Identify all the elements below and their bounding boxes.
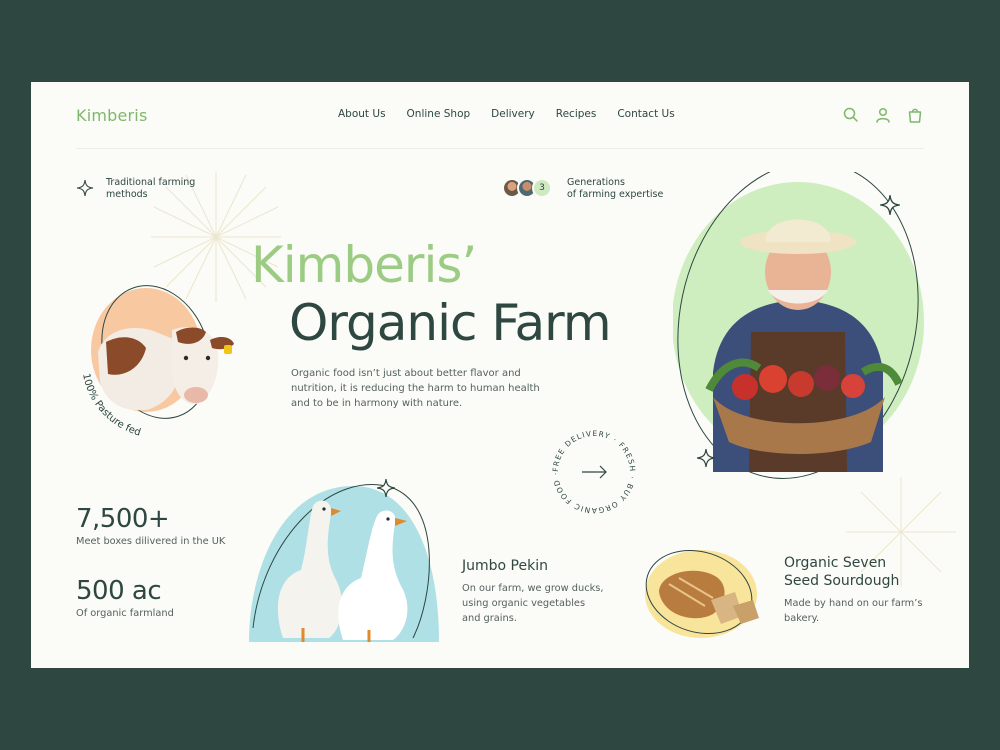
landing-page: Kimberis About Us Online Shop Delivery R…: [31, 82, 969, 668]
nav-about-us[interactable]: About Us: [338, 108, 386, 120]
product-title: Jumbo Pekin: [462, 558, 548, 574]
sparkle-icon: [377, 479, 395, 497]
feature-line1: Generations: [567, 177, 625, 188]
title-line: Seed Sourdough: [784, 573, 900, 589]
main-nav: About Us Online Shop Delivery Recipes Co…: [338, 108, 675, 120]
stat-farmland: 500 ac Of organic farmland: [76, 576, 174, 619]
cow-caption-text: 100% Pasture fed: [80, 372, 142, 438]
header-actions: [842, 106, 924, 124]
user-icon[interactable]: [874, 106, 892, 124]
feature-line2: of farming expertise: [567, 189, 664, 200]
feature-generations: Generations of farming expertise: [567, 177, 663, 201]
stat-boxes: 7,500+ Meet boxes dilivered in the UK: [76, 504, 225, 547]
free-delivery-circle-button[interactable]: FREE DELIVERY · FRESH · BUY ORGANIC FOOD…: [546, 424, 642, 520]
description-line: bakery.: [784, 613, 820, 624]
sparkle-icon: [880, 195, 900, 215]
nav-delivery[interactable]: Delivery: [491, 108, 535, 120]
product-sourdough[interactable]: Organic Seven Seed Sourdough Made by han…: [784, 554, 922, 626]
description-line: and grains.: [462, 613, 517, 624]
brand-logo[interactable]: Kimberis: [76, 106, 147, 125]
hero-title-line2: Organic Farm: [289, 294, 612, 352]
nav-contact-us[interactable]: Contact Us: [617, 108, 674, 120]
product-jumbo-pekin[interactable]: Jumbo Pekin On our farm, we grow ducks, …: [462, 557, 603, 626]
nav-online-shop[interactable]: Online Shop: [407, 108, 471, 120]
arrow-right-icon: [582, 465, 607, 479]
description-line: On our farm, we grow ducks,: [462, 583, 604, 594]
nav-recipes[interactable]: Recipes: [556, 108, 597, 120]
description-line: Made by hand on our farm’s: [784, 598, 923, 609]
stat-value: 7,500+: [76, 504, 170, 534]
shopping-bag-icon[interactable]: [906, 106, 924, 124]
svg-text:100% Pasture fed: 100% Pasture fed: [80, 372, 142, 438]
feature-line1: Traditional farming: [106, 177, 196, 188]
product-description: On our farm, we grow ducks, using organi…: [462, 581, 603, 626]
feature-line2: methods: [106, 189, 148, 200]
stat-value: 500 ac: [76, 576, 162, 606]
sourdough-bread-image: [645, 549, 759, 638]
product-title: Organic Seven Seed Sourdough: [784, 554, 922, 590]
sparkle-icon: [76, 179, 94, 197]
hero-title-line1: Kimberis’: [251, 236, 477, 294]
pasture-fed-caption: 100% Pasture fed: [80, 372, 142, 438]
stat-label: Meet boxes dilivered in the UK: [76, 536, 226, 547]
generations-count-badge: 3: [532, 178, 552, 198]
hero-description: Organic food isn’t just about better fla…: [291, 368, 540, 409]
ducks-image: [249, 484, 439, 642]
header-divider: [76, 148, 924, 149]
generations-avatars: 3: [502, 178, 552, 198]
title-line: Organic Seven: [784, 555, 887, 571]
feature-traditional-farming: Traditional farming methods: [106, 177, 195, 201]
stat-label: Of organic farmland: [76, 608, 174, 619]
product-description: Made by hand on our farm’s bakery.: [784, 596, 922, 626]
description-line: using organic vegetables: [462, 598, 586, 609]
search-icon[interactable]: [842, 106, 860, 124]
sparkle-icon: [697, 449, 715, 467]
